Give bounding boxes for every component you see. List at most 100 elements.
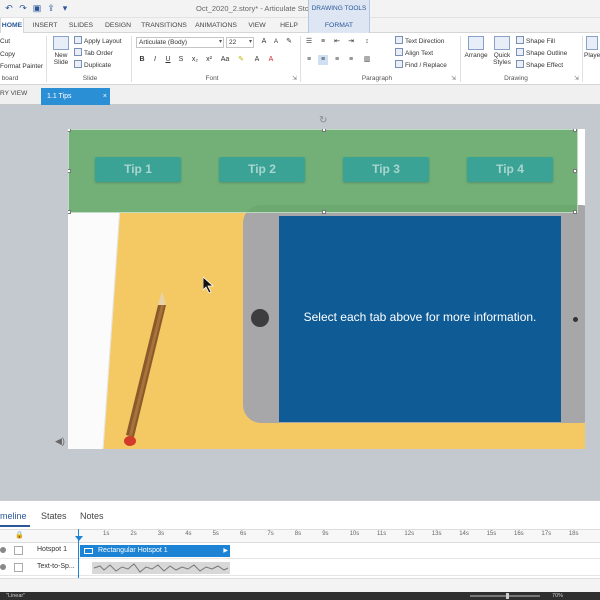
line-spacing-icon[interactable]: ↕ xyxy=(362,37,372,47)
find-replace-icon xyxy=(395,60,403,68)
resize-handle[interactable] xyxy=(573,210,577,214)
title-bar: ↶ ↷ ▣ ⇪ ▾ Oct_2020_2.story* - Articulate… xyxy=(0,0,600,18)
tab-notes[interactable]: Notes xyxy=(80,511,104,521)
lock-checkbox[interactable] xyxy=(14,546,23,555)
tab-format[interactable]: FORMAT xyxy=(308,18,370,33)
visibility-icon[interactable] xyxy=(0,564,6,570)
tab-insert[interactable]: INSERT xyxy=(28,18,62,33)
align-text-button[interactable]: Align Text xyxy=(395,48,433,59)
tab-slides[interactable]: SLIDES xyxy=(64,18,98,33)
italic-icon[interactable]: I xyxy=(150,55,160,65)
timeline-ruler[interactable]: 1s 2s 3s 4s 5s 6s 7s 8s 9s 10s 11s 12s 13s 14s 15s 16s 1… xyxy=(0,529,600,543)
tab-animations[interactable]: ANIMATIONS xyxy=(192,18,240,33)
format-painter-button[interactable]: Format Painter xyxy=(0,61,43,72)
ruler-tick-label: 8s xyxy=(294,531,302,537)
resize-handle[interactable] xyxy=(573,129,577,132)
resize-handle[interactable] xyxy=(68,210,71,214)
justify-icon[interactable]: ≡ xyxy=(346,55,356,65)
tab-order-button[interactable]: Tab Order xyxy=(74,48,113,59)
apply-layout-button[interactable]: Apply Layout xyxy=(74,36,122,47)
duplicate-icon xyxy=(74,60,82,68)
increase-font-icon[interactable]: A xyxy=(259,37,269,47)
font-size-select[interactable]: 22 xyxy=(226,37,254,48)
speaker-icon[interactable]: ◀) xyxy=(55,436,65,447)
paragraph-dialog-launcher-icon[interactable]: ⇲ xyxy=(451,75,456,82)
font-family-select[interactable]: Articulate (Body) xyxy=(136,37,224,48)
selected-hotspot[interactable] xyxy=(68,129,578,214)
preview-icon[interactable]: ▣ xyxy=(32,3,42,13)
audio-waveform-bar[interactable] xyxy=(92,562,230,574)
timeline-row[interactable]: Text-to-Sp... xyxy=(0,560,600,576)
lock-icon[interactable]: 🔒 xyxy=(15,531,24,539)
align-left-icon[interactable]: ≡ xyxy=(304,55,314,65)
playhead-marker-icon[interactable] xyxy=(75,536,83,541)
shape-outline-button[interactable]: Shape Outline xyxy=(516,48,567,59)
underline-icon[interactable]: U xyxy=(163,55,173,65)
resize-handle[interactable] xyxy=(68,129,71,132)
close-icon[interactable]: × xyxy=(103,88,107,105)
tab-design[interactable]: DESIGN xyxy=(101,18,135,33)
undo-icon[interactable]: ↶ xyxy=(4,3,14,13)
quick-access-more-icon[interactable]: ▾ xyxy=(60,3,70,13)
group-separator xyxy=(460,36,461,82)
bullets-icon[interactable]: ☰ xyxy=(304,37,314,47)
resize-handle[interactable] xyxy=(322,129,326,132)
font-dialog-launcher-icon[interactable]: ⇲ xyxy=(292,75,297,82)
slide-tab-tips[interactable]: 1.1 Tips × xyxy=(41,88,110,105)
ruler-tick-label: 1s xyxy=(103,531,110,537)
numbering-icon[interactable]: ≡ xyxy=(318,37,328,47)
tab-transitions[interactable]: TRANSITIONS xyxy=(138,18,190,33)
tab-home[interactable]: HOME xyxy=(0,18,24,34)
subscript-icon[interactable]: x₂ xyxy=(190,55,200,65)
slide-canvas[interactable]: Select each tab above for more informati… xyxy=(68,129,585,449)
resize-handle[interactable] xyxy=(322,210,326,214)
group-separator xyxy=(582,36,583,82)
strikethrough-icon[interactable]: S xyxy=(176,55,186,65)
zoom-level: 70% xyxy=(552,593,564,599)
new-slide-button[interactable]: New Slide xyxy=(50,36,72,66)
find-replace-button[interactable]: Find / Replace xyxy=(395,60,447,71)
drawing-dialog-launcher-icon[interactable]: ⇲ xyxy=(574,75,579,82)
publish-icon[interactable]: ⇪ xyxy=(46,3,56,13)
tab-states[interactable]: States xyxy=(41,511,67,521)
cut-button[interactable]: Cut xyxy=(0,36,10,47)
align-right-icon[interactable]: ≡ xyxy=(332,55,342,65)
copy-button[interactable]: Copy xyxy=(0,49,15,60)
arrange-icon xyxy=(468,36,484,50)
zoom-slider-handle[interactable] xyxy=(506,593,509,599)
visibility-icon[interactable] xyxy=(0,547,6,553)
bold-icon[interactable]: B xyxy=(137,55,147,65)
highlight-icon[interactable]: ✎ xyxy=(236,55,246,65)
clear-format-icon[interactable]: ✎ xyxy=(284,37,294,47)
decrease-font-icon[interactable]: A xyxy=(271,37,281,47)
player-button[interactable]: Player xyxy=(584,36,600,59)
resize-handle[interactable] xyxy=(573,169,577,173)
hotspot-timeline-bar[interactable]: Rectangular Hotspot 1 ▶ xyxy=(80,545,230,557)
tab-help[interactable]: HELP xyxy=(275,18,303,33)
zoom-slider[interactable] xyxy=(470,595,540,597)
redo-icon[interactable]: ↷ xyxy=(18,3,28,13)
lock-checkbox[interactable] xyxy=(14,563,23,572)
decrease-indent-icon[interactable]: ⇤ xyxy=(332,37,342,47)
change-case-icon[interactable]: Aa xyxy=(220,55,230,65)
tab-view[interactable]: VIEW xyxy=(243,18,271,33)
font-color-icon[interactable]: A xyxy=(266,55,276,65)
quick-styles-button[interactable]: Quick Styles xyxy=(490,36,514,66)
story-view-tab[interactable]: RY VIEW xyxy=(0,90,27,97)
shape-fill-button[interactable]: Shape Fill xyxy=(516,36,555,47)
tab-timeline[interactable]: meline xyxy=(0,511,27,521)
align-center-icon[interactable]: ≡ xyxy=(318,55,328,65)
text-direction-button[interactable]: Text Direction xyxy=(395,36,444,47)
tablet-instruction-text: Select each tab above for more informati… xyxy=(303,310,537,324)
text-effect-icon[interactable]: A xyxy=(252,55,262,65)
ruler-tick-label: 18s xyxy=(568,531,579,537)
increase-indent-icon[interactable]: ⇥ xyxy=(346,37,356,47)
superscript-icon[interactable]: x² xyxy=(204,55,214,65)
columns-icon[interactable]: ▥ xyxy=(362,55,372,65)
shape-effect-button[interactable]: Shape Effect xyxy=(516,60,563,71)
timeline-row[interactable]: Hotspot 1 Rectangular Hotspot 1 ▶ xyxy=(0,543,600,559)
arrange-button[interactable]: Arrange xyxy=(463,36,489,59)
rotate-handle-icon[interactable]: ↻ xyxy=(319,115,327,126)
duplicate-button[interactable]: Duplicate xyxy=(74,60,111,71)
resize-handle[interactable] xyxy=(68,169,71,173)
